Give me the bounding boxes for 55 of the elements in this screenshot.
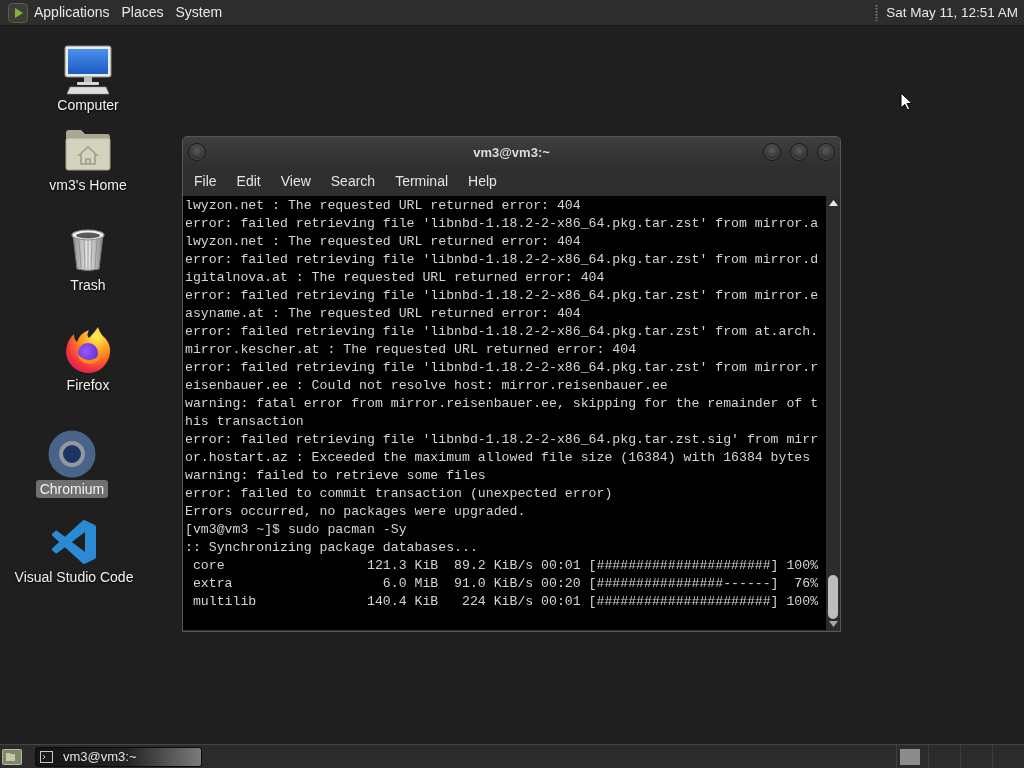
terminal-line: error: failed retrieving file 'libnbd-1.18.2-2-x86_64.pkg.tar.zst.sig' from mirr [185, 431, 820, 449]
menu-item[interactable]: Help [458, 167, 507, 196]
show-desktop-icon[interactable] [2, 747, 22, 766]
ribbon-icon[interactable] [52, 520, 96, 564]
mouse-pointer-icon [900, 92, 913, 111]
terminal-line: igitalnova.at : The requested URL returned error: 404 [185, 269, 606, 287]
terminal-icon [40, 750, 53, 763]
terminal-line: his transaction [185, 413, 305, 431]
grip-icon[interactable] [875, 3, 879, 22]
icon-label[interactable]: vm3's Home [45, 176, 131, 194]
terminal-line: Errors occurred, no packages were upgraded. [185, 503, 527, 521]
triangle-logo-icon[interactable] [8, 2, 28, 23]
terminal-line: extra 6.0 MiB 91.0 KiB/s 00:20 [################------] 76% [191, 575, 820, 593]
taskbar-button[interactable]: vm3@vm3:~ [35, 746, 202, 767]
menu-item[interactable]: Places [115, 0, 170, 25]
terminal-line: mirror.kescher.at : The requested URL returned error: 404 [185, 341, 638, 359]
computer-icon[interactable] [64, 45, 112, 95]
terminal-line: [vm3@vm3 ~]$ sudo pacman -Sy [185, 521, 408, 539]
trash-bin-icon[interactable] [70, 228, 106, 272]
terminal-line: error: failed to commit transaction (unexpected error) [185, 485, 614, 503]
icon-label[interactable]: Visual Studio Code [10, 568, 138, 586]
menu-item[interactable]: Edit [226, 167, 271, 196]
circle-ring-icon[interactable] [48, 430, 96, 478]
terminal-line: core 121.3 KiB 89.2 KiB/s 00:01 [######################] 100% [191, 557, 820, 575]
menu-item[interactable]: Applications [28, 0, 116, 25]
menu-item[interactable]: File [184, 167, 227, 196]
terminal-line: error: failed retrieving file 'libnbd-1.18.2-2-x86_64.pkg.tar.zst' from mirror.a [185, 215, 820, 233]
terminal-line: :: Synchronizing package databases... [185, 539, 479, 557]
menu-item[interactable]: View [270, 167, 321, 196]
terminal-line: eisenbauer.ee : Could not resolve host: mirror.reisenbauer.ee [185, 377, 669, 395]
terminal-line: lwyzon.net : The requested URL returned error: 404 [185, 197, 582, 215]
terminal-line: error: failed retrieving file 'libnbd-1.18.2-2-x86_64.pkg.tar.zst' from mirror.e [185, 287, 820, 305]
terminal-line: warning: fatal error from mirror.reisenbauer.ee, skipping for the remainder of t [185, 395, 820, 413]
menu-item[interactable]: System [169, 0, 229, 25]
scrollbar-thumb[interactable] [828, 575, 838, 619]
terminal-line: lwyzon.net : The requested URL returned error: 404 [185, 233, 582, 251]
terminal-line: error: failed retrieving file 'libnbd-1.18.2-2-x86_64.pkg.tar.zst' from at.arch. [185, 323, 820, 341]
menu-item[interactable]: Terminal [385, 167, 459, 196]
icon-label[interactable]: Trash [66, 276, 110, 294]
flame-globe-icon[interactable] [65, 326, 111, 374]
terminal-line: warning: failed to retrieve some files [185, 467, 487, 485]
icon-label[interactable]: Computer [53, 96, 123, 114]
menu-item[interactable]: Search [320, 167, 386, 196]
scroll-up-icon[interactable] [828, 200, 838, 206]
window-title: vm3@vm3:~ [472, 144, 551, 160]
terminal-line: asyname.at : The requested URL returned error: 404 [185, 305, 582, 323]
terminal-line: multilib 140.4 KiB 224 KiB/s 00:01 [######################] 100% [191, 593, 820, 611]
clock[interactable]: Sat May 11, 12:51 AM [884, 0, 1024, 25]
home-folder-icon[interactable] [65, 129, 111, 171]
terminal-line: error: failed retrieving file 'libnbd-1.18.2-2-x86_64.pkg.tar.zst' from mirror.r [185, 359, 820, 377]
icon-label[interactable]: Chromium [35, 480, 109, 498]
terminal-line: or.hostart.az : Exceeded the maximum allowed file size (16384) with 16384 bytes [185, 449, 812, 467]
icon-label[interactable]: Firefox [62, 376, 114, 394]
terminal-line: error: failed retrieving file 'libnbd-1.18.2-2-x86_64.pkg.tar.zst' from mirror.d [185, 251, 820, 269]
scroll-down-icon[interactable] [828, 621, 838, 627]
